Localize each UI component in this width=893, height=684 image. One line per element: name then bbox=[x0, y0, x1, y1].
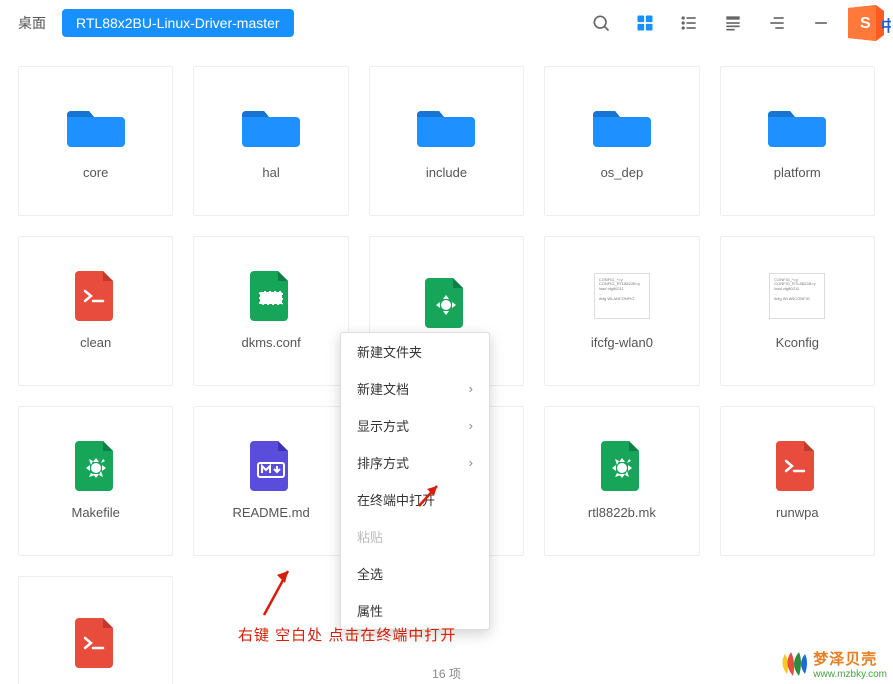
folder-icon bbox=[242, 103, 300, 149]
folder-icon bbox=[417, 103, 475, 149]
file-label: os_dep bbox=[601, 165, 644, 180]
file-item[interactable]: include bbox=[369, 66, 524, 216]
view-detail-icon[interactable] bbox=[715, 5, 751, 41]
context-menu-item[interactable]: 显示方式› bbox=[341, 407, 489, 444]
folder-icon bbox=[593, 103, 651, 149]
file-label: hal bbox=[262, 165, 279, 180]
file-label: ifcfg-wlan0 bbox=[591, 335, 653, 350]
search-icon[interactable] bbox=[583, 5, 619, 41]
minimize-icon[interactable] bbox=[803, 5, 839, 41]
context-menu-item[interactable]: 新建文件夹 bbox=[341, 333, 489, 370]
file-item[interactable]: CONFIG_*=yCONFIG_RTL8822B=yload cfg80211… bbox=[720, 236, 875, 386]
conf-icon bbox=[242, 273, 300, 319]
file-item[interactable]: hal bbox=[193, 66, 348, 216]
file-item[interactable]: Makefile bbox=[18, 406, 173, 556]
toolbar: 桌面 RTL88x2BU-Linux-Driver-master bbox=[0, 0, 893, 46]
file-label: core bbox=[83, 165, 108, 180]
md-icon bbox=[242, 443, 300, 489]
file-label: README.md bbox=[232, 505, 309, 520]
file-item[interactable]: runwpa bbox=[720, 406, 875, 556]
context-menu: 新建文件夹新建文档›显示方式›排序方式›在终端中打开粘贴全选属性 bbox=[340, 332, 490, 630]
file-item[interactable]: rtl8822b.mk bbox=[544, 406, 699, 556]
file-label: Kconfig bbox=[776, 335, 819, 350]
watermark: 梦泽贝壳 www.mzbky.com bbox=[779, 648, 887, 680]
text-icon: CONFIG_*=yCONFIG_RTL8822B=yload cfg80211… bbox=[768, 273, 826, 319]
chevron-right-icon: › bbox=[469, 418, 473, 433]
file-label: rtl8822b.mk bbox=[588, 505, 656, 520]
shell-icon bbox=[768, 443, 826, 489]
file-item[interactable]: clean bbox=[18, 236, 173, 386]
chevron-right-icon: › bbox=[469, 381, 473, 396]
shell-icon bbox=[67, 620, 125, 666]
file-label: include bbox=[426, 165, 467, 180]
folder-icon bbox=[67, 103, 125, 149]
shell-icon bbox=[67, 273, 125, 319]
menu-icon[interactable] bbox=[759, 5, 795, 41]
make-icon bbox=[67, 443, 125, 489]
text-icon: CONFIG_*=yCONFIG_RTL8822B=yload cfg80211… bbox=[593, 273, 651, 319]
status-bar: 16 项 bbox=[0, 662, 893, 684]
context-menu-item[interactable]: 排序方式› bbox=[341, 444, 489, 481]
chevron-right-icon: › bbox=[469, 455, 473, 470]
ime-badge[interactable]: S 中 bbox=[846, 5, 891, 43]
view-icons-icon[interactable] bbox=[627, 5, 663, 41]
file-label: clean bbox=[80, 335, 111, 350]
file-item[interactable]: dkms.conf bbox=[193, 236, 348, 386]
context-menu-item[interactable]: 全选 bbox=[341, 555, 489, 592]
file-item[interactable]: os_dep bbox=[544, 66, 699, 216]
file-item[interactable]: platform bbox=[720, 66, 875, 216]
svg-text:S: S bbox=[860, 15, 871, 32]
annotation-text: 右键 空白处 点击在终端中打开 bbox=[238, 624, 456, 645]
folder-icon bbox=[768, 103, 826, 149]
context-menu-item[interactable]: 在终端中打开 bbox=[341, 481, 489, 518]
file-item[interactable]: README.md bbox=[193, 406, 348, 556]
file-item[interactable]: core bbox=[18, 66, 173, 216]
context-menu-item: 粘贴 bbox=[341, 518, 489, 555]
breadcrumb-root[interactable]: 桌面 bbox=[10, 9, 54, 37]
conf-hidden-icon bbox=[417, 280, 475, 326]
file-label: runwpa bbox=[776, 505, 819, 520]
file-label: platform bbox=[774, 165, 821, 180]
breadcrumb-current[interactable]: RTL88x2BU-Linux-Driver-master bbox=[62, 9, 294, 37]
svg-text:中: 中 bbox=[881, 17, 891, 35]
file-label: dkms.conf bbox=[241, 335, 300, 350]
context-menu-item[interactable]: 新建文档› bbox=[341, 370, 489, 407]
file-item[interactable]: CONFIG_*=yCONFIG_RTL8822B=yload cfg80211… bbox=[544, 236, 699, 386]
make-icon bbox=[593, 443, 651, 489]
file-label: Makefile bbox=[71, 505, 119, 520]
view-list-icon[interactable] bbox=[671, 5, 707, 41]
